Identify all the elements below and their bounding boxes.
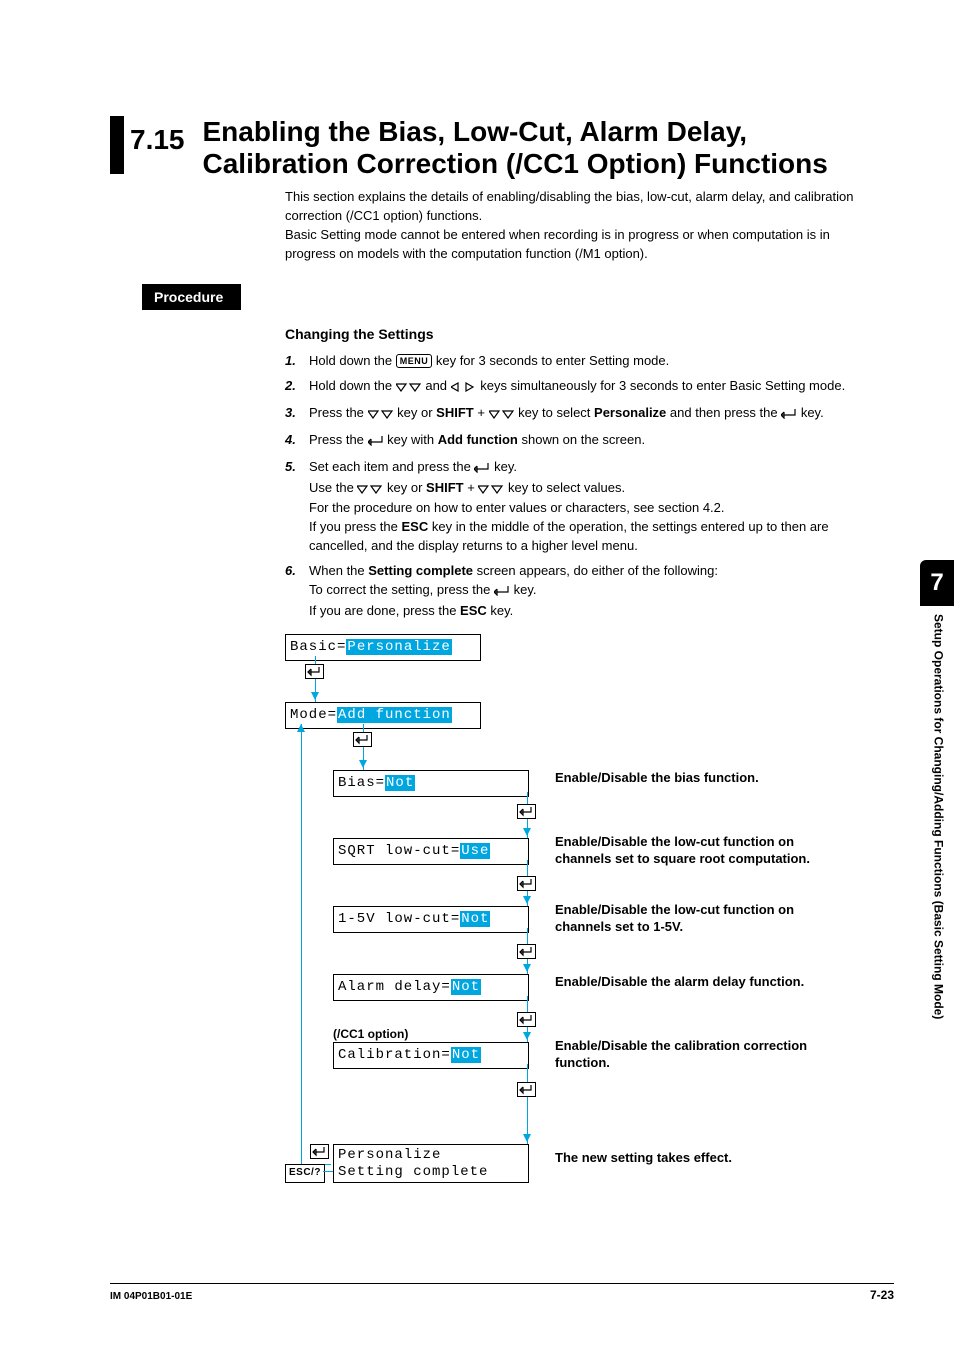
side-tab: 7 Setup Operations for Changing/Adding F… [920,560,954,1150]
section-heading: 7.15 Enabling the Bias, Low-Cut, Alarm D… [110,110,894,180]
cc1-option-note: (/CC1 option) [333,1026,408,1043]
arrow-down-icon [523,1032,531,1040]
step-3: 3. Press the key or SHIFT + key to selec… [285,404,864,425]
enter-icon [781,406,797,425]
heading-bar [110,116,124,174]
step-5: 5. Set each item and press the key. Use … [285,458,864,556]
enter-box-icon [305,664,325,680]
steps-list: 1. Hold down the MENU key for 3 seconds … [285,352,864,620]
changing-heading: Changing the Settings [285,324,894,344]
cap-15v: Enable/Disable the low-cut function on c… [555,902,825,935]
section-title: Enabling the Bias, Low-Cut, Alarm Delay,… [203,116,895,180]
lcd-sqrt: SQRT low-cut=Use [333,838,529,864]
enter-icon [494,583,510,602]
lcd-complete: Personalize Setting complete [333,1144,529,1182]
menu-key-icon: MENU [396,354,433,368]
side-chapter-title: Setup Operations for Changing/Adding Fun… [929,606,946,1154]
intro-text: This section explains the details of ena… [285,188,864,263]
procedure-label: Procedure [142,284,241,310]
step-1: 1. Hold down the MENU key for 3 seconds … [285,352,864,371]
enter-box-icon [517,876,537,892]
updown-icon [396,379,422,398]
enter-box-icon [517,804,537,820]
arrow-up-icon [297,724,305,732]
arrow-down-icon [523,828,531,836]
arrow-down-icon [311,692,319,700]
cap-alarm: Enable/Disable the alarm delay function. [555,974,804,990]
arrow-down-icon [523,964,531,972]
lcd-calibration: Calibration=Not [333,1042,529,1068]
enter-box-icon [353,732,373,748]
footer-rule [110,1283,894,1284]
lcd-mode: Mode=Add function [285,702,481,728]
leftright-icon [451,379,477,398]
updown-icon [357,481,383,500]
footer-left: IM 04P01B01-01E [110,1290,192,1305]
step-4: 4. Press the key with Add function shown… [285,431,864,452]
updown-icon [489,406,515,425]
enter-box-icon [517,944,537,960]
enter-box-icon [310,1144,330,1160]
enter-box-icon [517,1082,537,1098]
esc-key-label: ESC/? [285,1164,325,1183]
lcd-15v: 1-5V low-cut=Not [333,906,529,932]
arrow-down-icon [523,1134,531,1142]
footer-right: 7-23 [870,1287,894,1304]
lcd-alarm: Alarm delay=Not [333,974,529,1000]
menu-flow-diagram: Basic=Personalize Mode=Add function Bias… [285,634,885,1194]
section-number: 7.15 [130,120,185,161]
updown-icon [368,406,394,425]
cap-sqrt: Enable/Disable the low-cut function on c… [555,834,825,867]
step-6: 6. When the Setting complete screen appe… [285,562,864,621]
lcd-bias: Bias=Not [333,770,529,796]
side-chapter-number: 7 [920,560,954,606]
cap-calibration: Enable/Disable the calibration correctio… [555,1038,825,1071]
enter-box-icon [517,1012,537,1028]
cap-bias: Enable/Disable the bias function. [555,770,759,786]
enter-icon [474,460,490,479]
arrow-down-icon [523,896,531,904]
intro-p2: Basic Setting mode cannot be entered whe… [285,227,830,261]
step-2: 2. Hold down the and keys simultaneously… [285,377,864,398]
arrow-down-icon [359,760,367,768]
intro-p1: This section explains the details of ena… [285,189,853,223]
cap-complete: The new setting takes effect. [555,1150,732,1166]
updown-icon [478,481,504,500]
enter-icon [368,433,384,452]
